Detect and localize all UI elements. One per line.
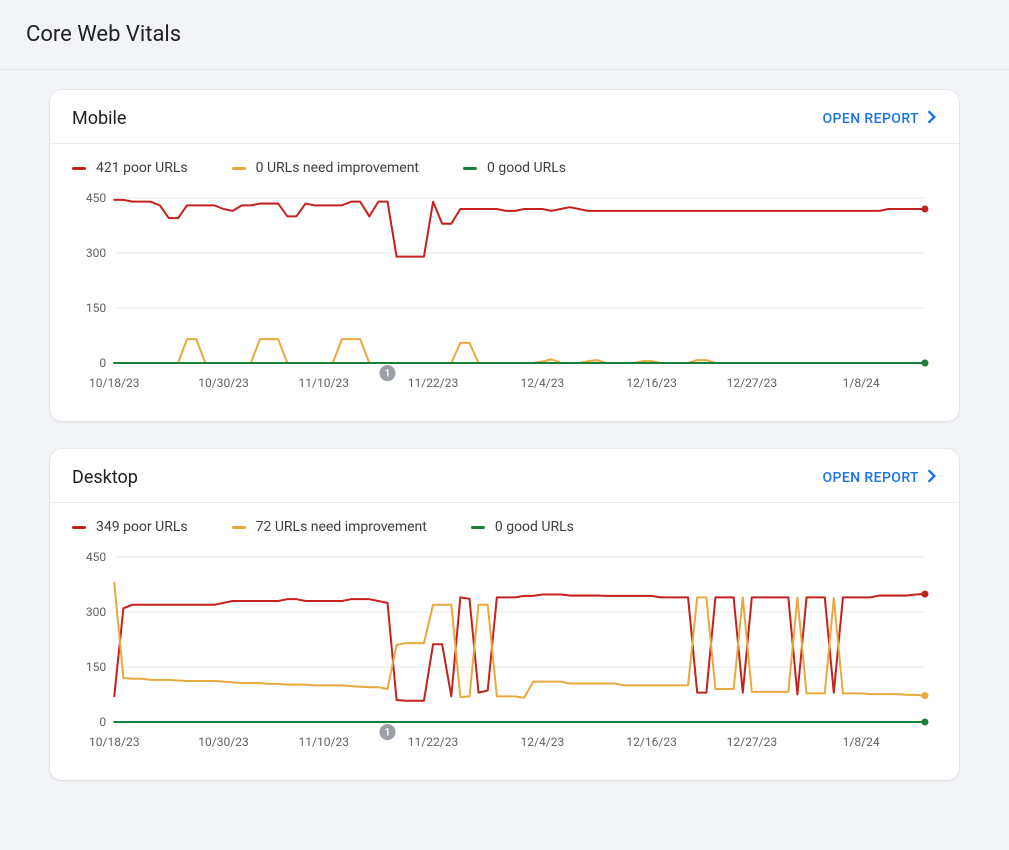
open-report-mobile[interactable]: OPEN REPORT	[823, 110, 937, 128]
legend-item-poor: 421 poor URLs	[72, 160, 188, 176]
legend-swatch-poor	[72, 167, 86, 170]
legend-swatch-good	[471, 526, 485, 529]
legend-item-need: 0 URLs need improvement	[232, 160, 419, 176]
svg-text:450: 450	[86, 191, 107, 205]
page-header: Core Web Vitals	[0, 0, 1009, 70]
svg-text:12/27/23: 12/27/23	[727, 735, 778, 749]
legend-label: 421 poor URLs	[96, 160, 188, 176]
mobile-title: Mobile	[72, 108, 126, 129]
chevron-right-icon	[927, 469, 937, 487]
content-area: Mobile OPEN REPORT 421 poor URLs 0 URLs …	[0, 70, 1009, 848]
svg-text:300: 300	[86, 605, 107, 619]
svg-text:300: 300	[86, 246, 107, 260]
svg-text:450: 450	[86, 550, 107, 564]
svg-text:11/22/23: 11/22/23	[408, 735, 459, 749]
svg-text:12/27/23: 12/27/23	[727, 376, 778, 390]
svg-text:11/10/23: 11/10/23	[298, 735, 349, 749]
svg-text:0: 0	[99, 715, 106, 729]
page-title: Core Web Vitals	[26, 22, 983, 47]
legend-label: 0 URLs need improvement	[256, 160, 419, 176]
desktop-card: Desktop OPEN REPORT 349 poor URLs 72 URL…	[50, 449, 959, 780]
desktop-legend: 349 poor URLs 72 URLs need improvement 0…	[50, 503, 959, 545]
legend-item-good: 0 good URLs	[471, 519, 574, 535]
mobile-chart-wrap: 0 150 300 450 10/18/23 10/30/23 11/10/23 11/22/…	[50, 186, 959, 421]
legend-item-need: 72 URLs need improvement	[232, 519, 427, 535]
open-report-desktop[interactable]: OPEN REPORT	[823, 469, 937, 487]
svg-text:11/22/23: 11/22/23	[408, 376, 459, 390]
legend-item-good: 0 good URLs	[463, 160, 566, 176]
mobile-legend: 421 poor URLs 0 URLs need improvement 0 …	[50, 144, 959, 186]
svg-text:10/30/23: 10/30/23	[198, 376, 249, 390]
svg-text:10/18/23: 10/18/23	[89, 735, 140, 749]
svg-text:10/30/23: 10/30/23	[198, 735, 249, 749]
desktop-chart[interactable]: 0 150 300 450 10/18/23 10/30/23 11/10/23 11/22/…	[72, 551, 937, 762]
svg-text:1/8/24: 1/8/24	[843, 376, 880, 390]
svg-text:12/4/23: 12/4/23	[520, 735, 564, 749]
svg-text:1/8/24: 1/8/24	[843, 735, 880, 749]
svg-text:12/4/23: 12/4/23	[520, 376, 564, 390]
legend-label: 0 good URLs	[487, 160, 566, 176]
legend-swatch-poor	[72, 526, 86, 529]
svg-text:10/18/23: 10/18/23	[89, 376, 140, 390]
legend-item-poor: 349 poor URLs	[72, 519, 188, 535]
legend-swatch-good	[463, 167, 477, 170]
open-report-label: OPEN REPORT	[823, 470, 919, 486]
svg-text:12/16/23: 12/16/23	[626, 376, 677, 390]
legend-label: 0 good URLs	[495, 519, 574, 535]
desktop-chart-wrap: 0 150 300 450 10/18/23 10/30/23 11/10/23 11/22/…	[50, 545, 959, 780]
chevron-right-icon	[927, 110, 937, 128]
mobile-chart[interactable]: 0 150 300 450 10/18/23 10/30/23 11/10/23 11/22/…	[72, 192, 937, 403]
svg-text:150: 150	[86, 660, 107, 674]
svg-text:0: 0	[99, 356, 106, 370]
mobile-card-header: Mobile OPEN REPORT	[50, 90, 959, 144]
open-report-label: OPEN REPORT	[823, 111, 919, 127]
svg-text:150: 150	[86, 301, 107, 315]
svg-text:11/10/23: 11/10/23	[298, 376, 349, 390]
mobile-card: Mobile OPEN REPORT 421 poor URLs 0 URLs …	[50, 90, 959, 421]
legend-swatch-need	[232, 526, 246, 529]
desktop-card-header: Desktop OPEN REPORT	[50, 449, 959, 503]
legend-label: 349 poor URLs	[96, 519, 188, 535]
svg-text:1: 1	[385, 728, 391, 739]
legend-label: 72 URLs need improvement	[256, 519, 427, 535]
svg-text:12/16/23: 12/16/23	[626, 735, 677, 749]
legend-swatch-need	[232, 167, 246, 170]
desktop-title: Desktop	[72, 467, 138, 488]
svg-text:1: 1	[385, 369, 391, 380]
